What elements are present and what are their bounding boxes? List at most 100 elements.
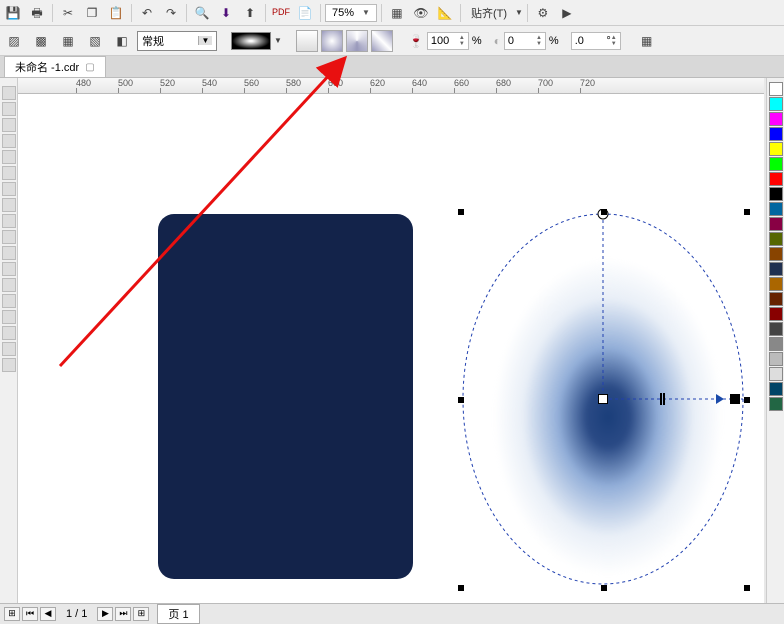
fill-radial-icon[interactable] [321, 30, 343, 52]
fill-mid-handle[interactable] [660, 393, 662, 405]
fill-texture-5-icon[interactable]: ◧ [110, 30, 134, 52]
import-icon[interactable]: ⬇ [215, 3, 237, 23]
dimension-tool-icon[interactable] [2, 262, 16, 276]
connector-tool-icon[interactable] [2, 278, 16, 292]
color-swatch[interactable] [769, 172, 783, 186]
ellipse-tool-icon[interactable] [2, 198, 16, 212]
color-swatch[interactable] [769, 232, 783, 246]
color-swatch[interactable] [769, 97, 783, 111]
cut-icon[interactable]: ✂ [57, 3, 79, 23]
selection-handle[interactable] [601, 209, 607, 215]
table-tool-icon[interactable] [2, 246, 16, 260]
selection-handle[interactable] [458, 585, 464, 591]
fill-center-handle[interactable] [598, 394, 608, 404]
copy-icon[interactable]: ❐ [81, 3, 103, 23]
launch-icon[interactable]: ▶ [556, 3, 578, 23]
copy-fill-icon[interactable]: ▦ [635, 30, 659, 52]
save-icon[interactable]: 💾 [2, 3, 24, 23]
color-swatch[interactable] [769, 367, 783, 381]
polygon-tool-icon[interactable] [2, 214, 16, 228]
redo-icon[interactable]: ↷ [160, 3, 182, 23]
selection-handle[interactable] [744, 585, 750, 591]
options-icon[interactable]: ⚙ [532, 3, 554, 23]
smart-fill-tool-icon[interactable] [2, 166, 16, 180]
selection-handle[interactable] [458, 209, 464, 215]
color-swatch[interactable] [769, 142, 783, 156]
color-swatch[interactable] [769, 352, 783, 366]
color-swatch[interactable] [769, 202, 783, 216]
softness-input[interactable]: 0 ▲▼ [504, 32, 546, 50]
spinner-icon[interactable]: ▲▼ [459, 35, 465, 47]
freehand-tool-icon[interactable] [2, 150, 16, 164]
color-swatch[interactable] [769, 187, 783, 201]
color-swatch[interactable] [769, 127, 783, 141]
color-swatch[interactable] [769, 157, 783, 171]
color-swatch[interactable] [769, 337, 783, 351]
effects-tool-icon[interactable] [2, 294, 16, 308]
color-swatch[interactable] [769, 292, 783, 306]
shape-tool-icon[interactable] [2, 102, 16, 116]
fill-tool-icon[interactable] [2, 342, 16, 356]
selection-handle[interactable] [744, 397, 750, 403]
last-page-icon[interactable]: ⏭ [115, 607, 131, 621]
page-indicator: 1 / 1 [58, 608, 95, 620]
text-tool-icon[interactable] [2, 230, 16, 244]
fill-texture-2-icon[interactable]: ▩ [29, 30, 53, 52]
color-swatch[interactable] [769, 262, 783, 276]
prev-page-icon[interactable]: ◀ [40, 607, 56, 621]
spinner-icon[interactable]: ▲▼ [611, 35, 617, 47]
rounded-rectangle-shape[interactable] [158, 214, 413, 579]
page-add-after-icon[interactable]: ⊞ [133, 607, 149, 621]
canvas[interactable] [18, 94, 764, 603]
publish-icon[interactable]: 📄 [294, 3, 316, 23]
selection-handle[interactable] [744, 209, 750, 215]
color-swatch[interactable] [769, 247, 783, 261]
color-swatch[interactable] [769, 307, 783, 321]
fill-square-icon[interactable] [371, 30, 393, 52]
zoom-tool-icon[interactable] [2, 134, 16, 148]
opacity-input[interactable]: 100 ▲▼ [427, 32, 469, 50]
print-icon[interactable]: 🖶 [26, 3, 48, 23]
fill-texture-3-icon[interactable]: ▦ [56, 30, 80, 52]
page-add-icon[interactable]: ⊞ [4, 607, 20, 621]
color-swatch[interactable] [769, 277, 783, 291]
next-page-icon[interactable]: ▶ [97, 607, 113, 621]
export-icon[interactable]: ⬆ [239, 3, 261, 23]
page-tab[interactable]: 页 1 [157, 604, 199, 624]
selection-handle[interactable] [601, 585, 607, 591]
eyedropper-tool-icon[interactable] [2, 310, 16, 324]
first-page-icon[interactable]: ⏮ [22, 607, 38, 621]
undo-icon[interactable]: ↶ [136, 3, 158, 23]
rulers-icon[interactable]: 📐 [434, 3, 456, 23]
paste-icon[interactable]: 📋 [105, 3, 127, 23]
spinner-icon[interactable]: ▲▼ [536, 35, 542, 47]
color-swatch[interactable] [769, 322, 783, 336]
guides-icon[interactable]: 👁 [410, 3, 432, 23]
fill-linear-icon[interactable] [296, 30, 318, 52]
fill-conical-icon[interactable] [346, 30, 368, 52]
close-icon[interactable]: ▢ [85, 62, 94, 73]
zoom-level-input[interactable]: 75% ▼ [325, 4, 377, 22]
snap-menu[interactable]: 贴齐(T) [465, 5, 513, 21]
crop-tool-icon[interactable] [2, 118, 16, 132]
document-tab[interactable]: 未命名 -1.cdr ▢ [4, 56, 106, 77]
selection-handle[interactable] [458, 397, 464, 403]
fill-texture-4-icon[interactable]: ▧ [83, 30, 107, 52]
search-icon[interactable]: 🔍 [191, 3, 213, 23]
pdf-icon[interactable]: PDF [270, 3, 292, 23]
color-swatch[interactable] [769, 82, 783, 96]
color-swatch[interactable] [769, 382, 783, 396]
angle-input[interactable]: .0 ° ▲▼ [571, 32, 621, 50]
fill-edge-handle[interactable] [730, 394, 740, 404]
gradient-preview[interactable] [231, 32, 271, 50]
color-swatch[interactable] [769, 217, 783, 231]
pick-tool-icon[interactable] [2, 86, 16, 100]
rectangle-tool-icon[interactable] [2, 182, 16, 196]
fill-texture-1-icon[interactable]: ▨ [2, 30, 26, 52]
style-select[interactable]: 常规 ▼ [137, 31, 217, 51]
interactive-fill-tool-icon[interactable] [2, 358, 16, 372]
color-swatch[interactable] [769, 112, 783, 126]
outline-tool-icon[interactable] [2, 326, 16, 340]
snap-grid-icon[interactable]: ▦ [386, 3, 408, 23]
color-swatch[interactable] [769, 397, 783, 411]
